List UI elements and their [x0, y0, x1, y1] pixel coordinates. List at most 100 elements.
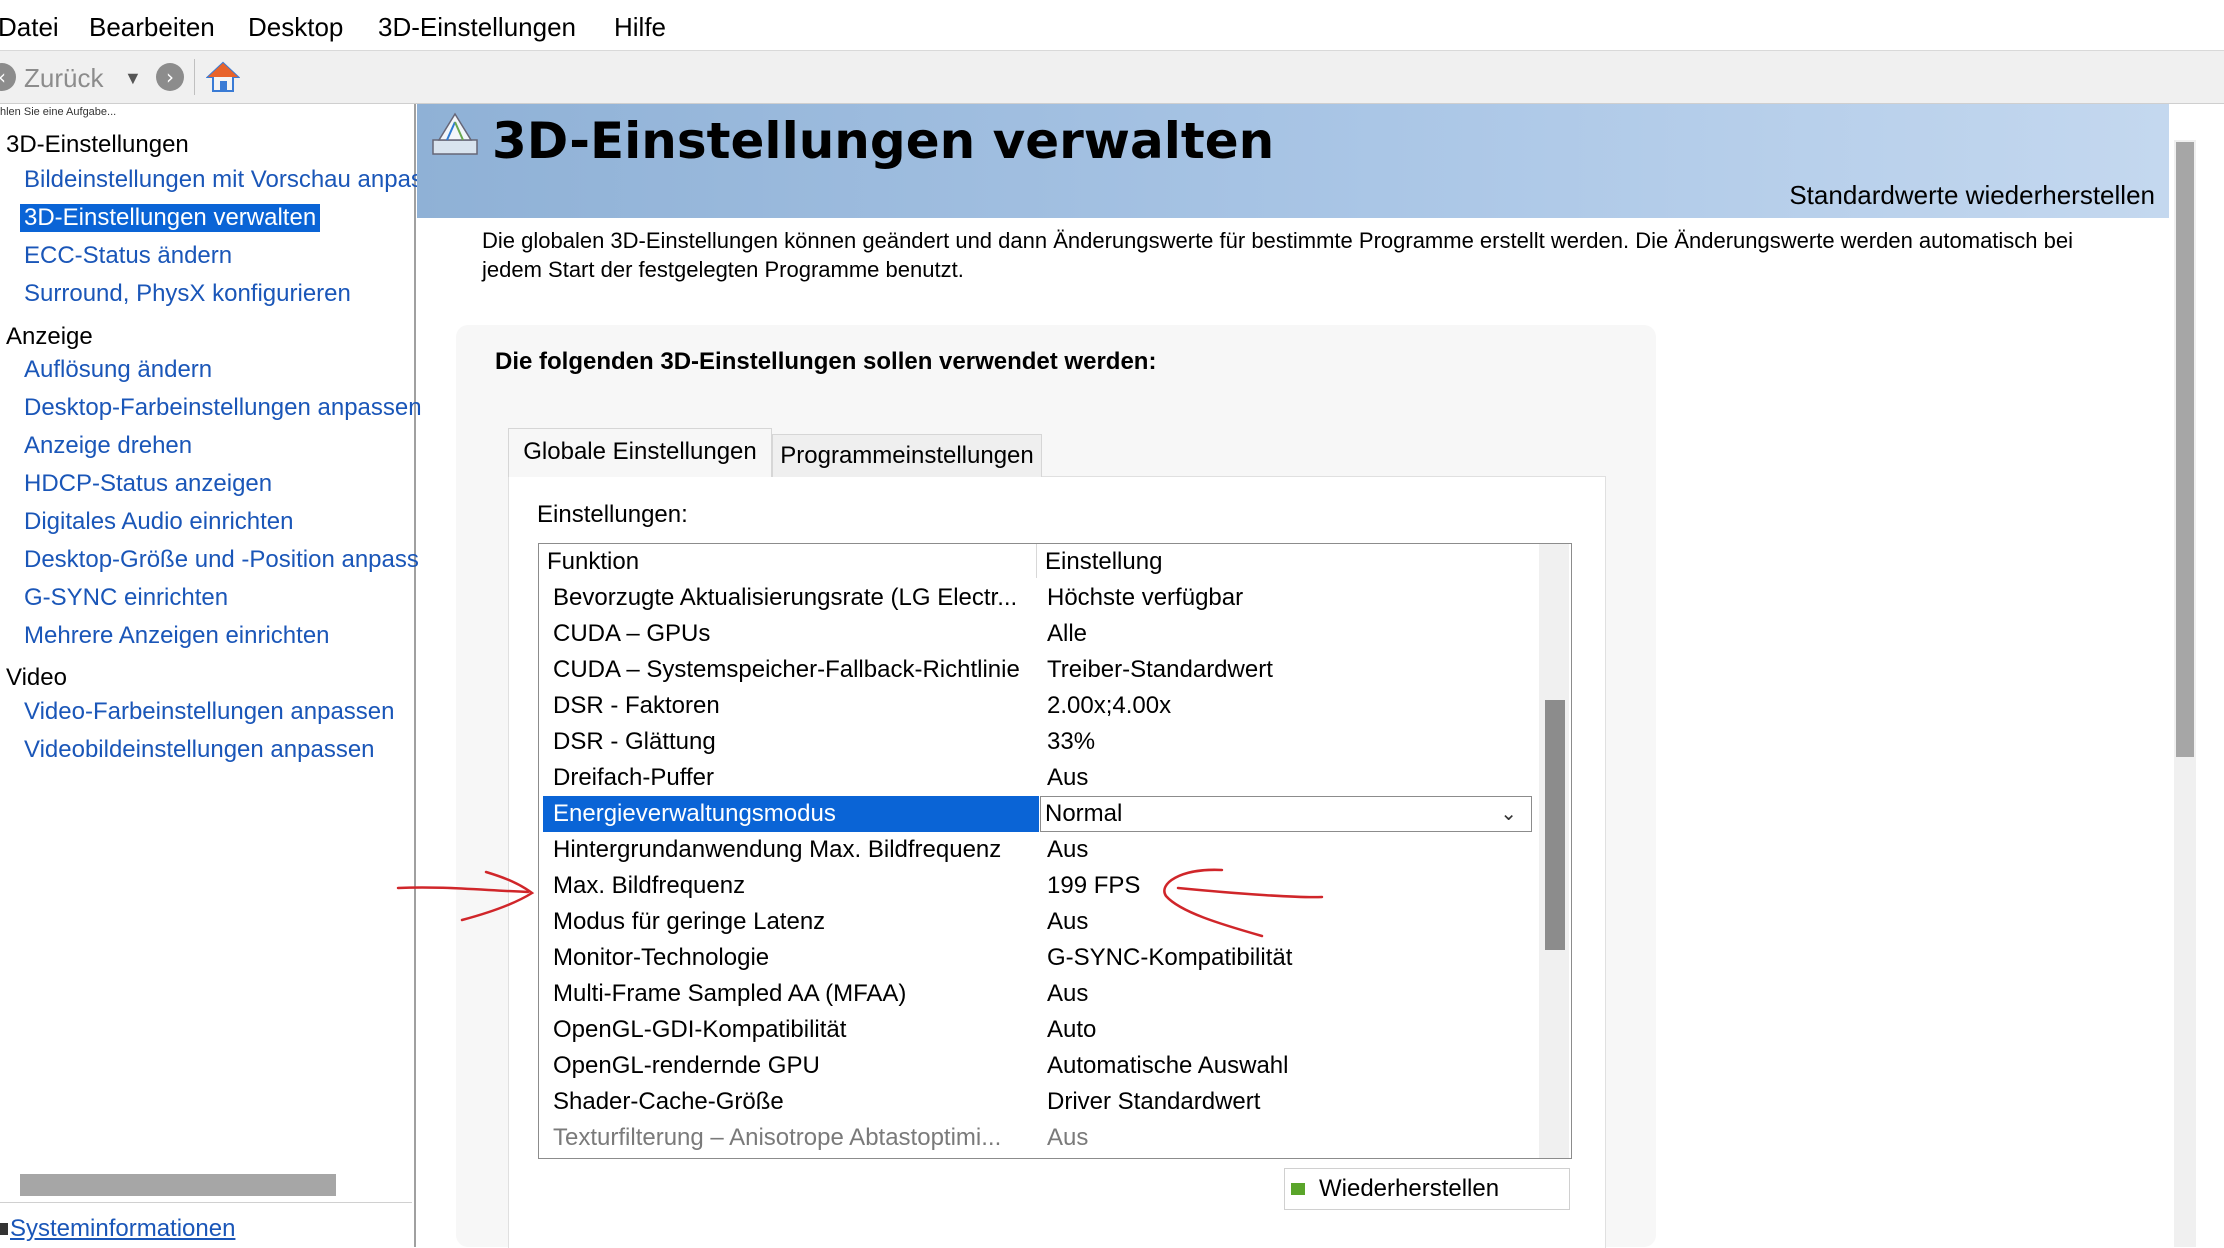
- list-item[interactable]: Shader-Cache-Größe Driver Standardwert: [543, 1084, 1533, 1120]
- row-function: Energieverwaltungsmodus: [543, 796, 1039, 832]
- sidebar-horizontal-scrollbar[interactable]: [20, 1174, 336, 1196]
- row-value: 2.00x;4.00x: [1047, 692, 1172, 719]
- list-item[interactable]: Max. Bildfrequenz 199 FPS: [543, 868, 1533, 904]
- menu-desktop[interactable]: Desktop: [248, 12, 343, 43]
- list-item[interactable]: Bevorzugte Aktualisierungsrate (LG Elect…: [543, 580, 1533, 616]
- restore-button-label: Wiederherstellen: [1319, 1175, 1500, 1202]
- sidebar-item-bildeinstellungen[interactable]: Bildeinstellungen mit Vorschau anpas: [24, 166, 423, 194]
- row-value: Aus: [1047, 908, 1089, 935]
- tab-program-settings[interactable]: Programmeinstellungen: [772, 434, 1042, 477]
- row-function: Modus für geringe Latenz: [553, 908, 826, 935]
- row-value: 199 FPS: [1047, 872, 1141, 899]
- page-title: 3D-Einstellungen verwalten: [492, 112, 1275, 170]
- row-function: Bevorzugte Aktualisierungsrate (LG Elect…: [553, 584, 1018, 611]
- restore-button[interactable]: Wiederherstellen: [1284, 1168, 1570, 1210]
- sidebar-item-desktop-farben[interactable]: Desktop-Farbeinstellungen anpassen: [24, 394, 422, 422]
- list-item[interactable]: Texturfilterung – Anisotrope Abtastoptim…: [543, 1120, 1533, 1156]
- sidebar-item-videobild[interactable]: Videobildeinstellungen anpassen: [24, 736, 375, 764]
- row-function: OpenGL-GDI-Kompatibilität: [553, 1016, 847, 1043]
- row-function: DSR - Faktoren: [553, 692, 720, 719]
- list-item[interactable]: Dreifach-Puffer Aus: [543, 760, 1533, 796]
- list-item[interactable]: DSR - Glättung 33%: [543, 724, 1533, 760]
- sidebar-item-aufloesung[interactable]: Auflösung ändern: [24, 356, 212, 384]
- row-function: Monitor-Technologie: [553, 944, 770, 971]
- row-value: Aus: [1047, 836, 1089, 863]
- sidebar-category-3d[interactable]: 3D-Einstellungen: [6, 131, 189, 159]
- menu-3d-einstellungen[interactable]: 3D-Einstellungen: [378, 12, 576, 43]
- row-value: Treiber-Standardwert: [1047, 656, 1273, 683]
- home-icon[interactable]: [206, 61, 240, 93]
- row-value: Aus: [1047, 764, 1089, 791]
- sidebar-item-mehrere-anzeigen[interactable]: Mehrere Anzeigen einrichten: [24, 622, 330, 650]
- system-info-link[interactable]: Systeminformationen: [10, 1215, 235, 1243]
- row-function: CUDA – Systemspeicher-Fallback-Richtlini…: [553, 656, 1020, 683]
- menu-hilfe[interactable]: Hilfe: [614, 12, 666, 43]
- row-value: Driver Standardwert: [1047, 1088, 1261, 1115]
- list-item[interactable]: OpenGL-GDI-Kompatibilität Auto: [543, 1012, 1533, 1048]
- forward-arrow-icon[interactable]: ›: [156, 63, 184, 91]
- list-item[interactable]: Monitor-Technologie G-SYNC-Kompatibilität: [543, 940, 1533, 976]
- back-button[interactable]: Zurück: [24, 63, 103, 94]
- task-sidebar: hlen Sie eine Aufgabe... 3D-Einstellunge…: [0, 104, 423, 1247]
- row-value: Höchste verfügbar: [1047, 584, 1244, 611]
- list-item[interactable]: Hintergrundanwendung Max. Bildfrequenz Au…: [543, 832, 1533, 868]
- list-item-selected[interactable]: Energieverwaltungsmodus Normal ⌄: [543, 796, 1533, 832]
- list-item[interactable]: DSR - Faktoren 2.00x;4.00x: [543, 688, 1533, 724]
- sidebar-item-ecc-status[interactable]: ECC-Status ändern: [24, 242, 232, 270]
- menu-bar: Datei Bearbeiten Desktop 3D-Einstellunge…: [0, 0, 2224, 51]
- row-value: Aus: [1047, 1124, 1089, 1151]
- settings-listbox[interactable]: Funktion Einstellung Bevorzugte Aktualis…: [538, 543, 1572, 1159]
- row-value: Alle: [1047, 620, 1088, 647]
- sidebar-hint: hlen Sie eine Aufgabe...: [0, 106, 117, 118]
- chevron-down-icon[interactable]: ⌄: [1500, 799, 1517, 829]
- sidebar-item-digitales-audio[interactable]: Digitales Audio einrichten: [24, 508, 294, 536]
- sidebar-category-video[interactable]: Video: [6, 664, 67, 692]
- row-value: G-SYNC-Kompatibilität: [1047, 944, 1293, 971]
- power-mode-dropdown[interactable]: Normal ⌄: [1040, 796, 1532, 832]
- row-function: Max. Bildfrequenz: [553, 872, 746, 899]
- sidebar-item-surround-physx[interactable]: Surround, PhysX konfigurieren: [24, 280, 351, 308]
- menu-datei[interactable]: Datei: [0, 12, 59, 43]
- row-function: CUDA – GPUs: [553, 620, 711, 647]
- listbox-scrollbar-thumb[interactable]: [1545, 700, 1565, 950]
- row-value: 33%: [1047, 728, 1096, 755]
- row-value: Aus: [1047, 980, 1089, 1007]
- column-header-funktion[interactable]: Funktion: [547, 544, 1037, 578]
- list-item[interactable]: Multi-Frame Sampled AA (MFAA) Aus: [543, 976, 1533, 1012]
- sidebar-item-3d-verwalten[interactable]: 3D-Einstellungen verwalten: [20, 204, 321, 232]
- row-function: Shader-Cache-Größe: [553, 1088, 784, 1115]
- row-function: DSR - Glättung: [553, 728, 716, 755]
- sidebar-item-video-farben[interactable]: Video-Farbeinstellungen anpassen: [24, 698, 395, 726]
- sidebar-item-gsync[interactable]: G-SYNC einrichten: [24, 584, 228, 612]
- column-header-einstellung[interactable]: Einstellung: [1036, 544, 1541, 578]
- back-dropdown-icon[interactable]: ▼: [124, 68, 142, 89]
- sidebar-item-desktop-groesse[interactable]: Desktop-Größe und -Position anpass: [24, 546, 419, 574]
- back-arrow-icon[interactable]: ‹: [0, 63, 16, 91]
- panel-title: Die folgenden 3D-Einstellungen sollen ve…: [495, 348, 1157, 375]
- row-function: Hintergrundanwendung Max. Bildfrequenz: [553, 836, 1002, 863]
- sidebar-item-anzeige-drehen[interactable]: Anzeige drehen: [24, 432, 192, 460]
- page-description: Die globalen 3D-Einstellungen können geä…: [482, 228, 2074, 282]
- sidebar-divider: [0, 1202, 412, 1203]
- dropdown-value: Normal: [1045, 800, 1123, 827]
- nvidia-icon: [1291, 1183, 1305, 1195]
- page-header: 3D-Einstellungen verwalten Standardwerte…: [417, 104, 2169, 218]
- restore-defaults-link[interactable]: Standardwerte wiederherstellen: [1789, 180, 2155, 211]
- row-function: Dreifach-Puffer: [553, 764, 714, 791]
- list-item[interactable]: Modus für geringe Latenz Aus: [543, 904, 1533, 940]
- row-function: Multi-Frame Sampled AA (MFAA): [553, 980, 907, 1007]
- row-function: OpenGL-rendernde GPU: [553, 1052, 820, 1079]
- sidebar-category-anzeige[interactable]: Anzeige: [6, 323, 93, 351]
- toolbar-separator: [194, 59, 195, 95]
- list-item[interactable]: OpenGL-rendernde GPU Automatische Auswahl: [543, 1048, 1533, 1084]
- page-scrollbar-thumb[interactable]: [2176, 142, 2194, 757]
- settings-label: Einstellungen:: [537, 501, 688, 528]
- row-value: Automatische Auswahl: [1047, 1052, 1289, 1079]
- list-item[interactable]: CUDA – GPUs Alle: [543, 616, 1533, 652]
- menu-bearbeiten[interactable]: Bearbeiten: [89, 12, 215, 43]
- toolbar: ‹ Zurück ▼ ›: [0, 51, 2224, 104]
- tab-global-settings[interactable]: Globale Einstellungen: [508, 428, 772, 477]
- list-item[interactable]: CUDA – Systemspeicher-Fallback-Richtlini…: [543, 652, 1533, 688]
- row-function: Texturfilterung – Anisotrope Abtastoptim…: [553, 1124, 1002, 1151]
- sidebar-item-hdcp[interactable]: HDCP-Status anzeigen: [24, 470, 272, 498]
